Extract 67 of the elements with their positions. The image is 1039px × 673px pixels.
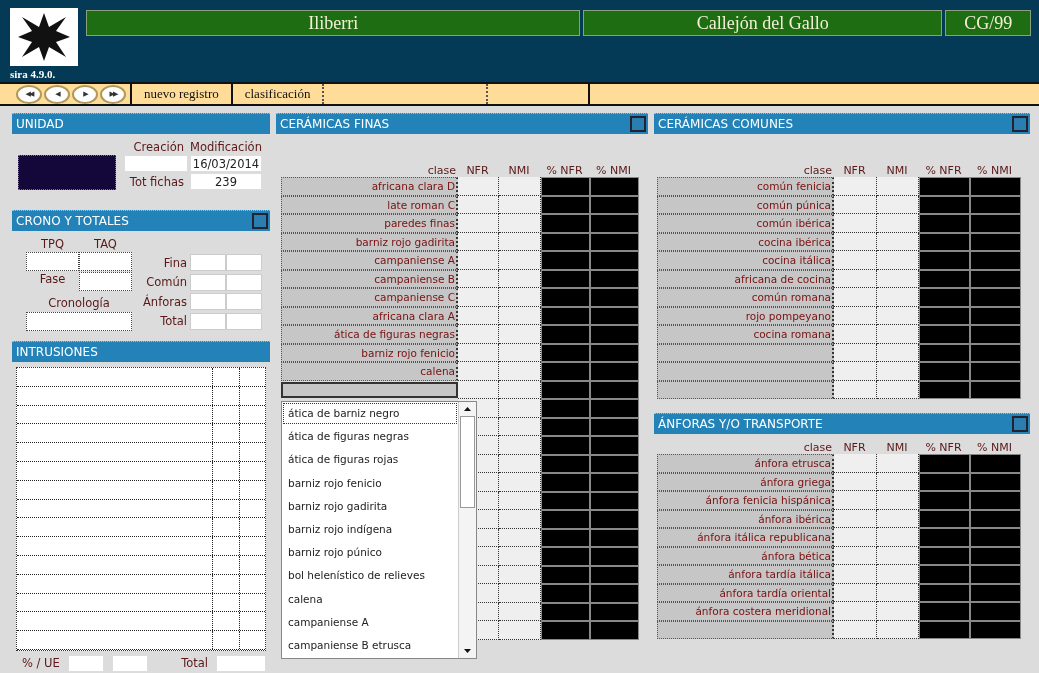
dropdown-option[interactable]: barniz rojo gadirita [282, 494, 458, 518]
class-label: cocina itálica [657, 251, 834, 270]
section-header: UNIDAD [12, 113, 270, 134]
column-header: % NMI [976, 441, 1013, 454]
dropdown-option[interactable]: bol helenístico de relieves [282, 564, 458, 588]
class-label: paredes finas [281, 214, 458, 233]
class-label: común romana [657, 288, 834, 307]
column-header: % NMI [976, 164, 1013, 177]
class-label: ánfora tardía itálica [657, 565, 834, 584]
column-header: NMI [885, 164, 909, 177]
section-header: CERÁMICAS COMUNES [654, 113, 1030, 134]
section-header: ÁNFORAS Y/O TRANSPORTE [654, 413, 1030, 434]
field-label: Tot fichas [128, 174, 184, 189]
field-label: Creación [132, 140, 184, 154]
dropdown-option[interactable]: campaniense A [282, 610, 458, 634]
dropdown-option[interactable]: barniz rojo fenicio [282, 471, 458, 495]
column-header: % NFR [545, 164, 584, 177]
column-header: NFR [465, 164, 490, 177]
field-label: Total [159, 314, 188, 329]
class-label: africana clara D [281, 177, 458, 196]
dropdown-option[interactable]: barniz rojo indígena [282, 517, 458, 542]
dropdown-option[interactable]: ática de figuras negras [282, 425, 458, 449]
class-label: ática de figuras negras [281, 325, 458, 344]
field-label: Cronología [48, 296, 110, 310]
modification-field[interactable]: 16/03/2014 [190, 155, 262, 172]
class-label: común fenicia [657, 177, 834, 196]
class-label: ánfora costera meridional [657, 602, 834, 621]
column-header: clase [802, 164, 833, 177]
section-header: CRONO Y TOTALES [12, 210, 270, 231]
field-label: Común [145, 275, 188, 290]
field-label: Fina [162, 255, 188, 270]
dropdown-option[interactable]: ática de barniz negro [282, 402, 458, 426]
dropdown-option[interactable]: campaniense B etrusca [282, 633, 458, 658]
dropdown-option[interactable]: calena [282, 587, 458, 611]
field-label: TAQ [94, 237, 117, 251]
column-header: clase [802, 441, 833, 454]
section-header: INTRUSIONES [12, 341, 270, 362]
field-label: % / UE [22, 656, 60, 671]
section-header: CERÁMICAS FINAS [276, 113, 648, 134]
class-label: ánfora etrusca [657, 454, 834, 473]
total-records-field[interactable]: 239 [190, 173, 262, 190]
column-header: NMI [885, 441, 909, 454]
field-label: Modificación [190, 140, 262, 154]
column-header: NFR [842, 164, 867, 177]
column-header: % NFR [924, 164, 963, 177]
column-header: % NMI [595, 164, 632, 177]
title-cell: CG/99 [945, 10, 1031, 36]
column-header: NFR [842, 441, 867, 454]
field-label: Fase [39, 272, 66, 288]
class-label: ánfora fenicia hispánica [657, 491, 834, 510]
field-label: Total [181, 656, 208, 671]
title-cell: Iliberri [86, 10, 581, 36]
dropdown-option[interactable]: barniz rojo púnico [282, 541, 458, 565]
class-label: cocina romana [657, 325, 834, 344]
field-label: Ánforas [142, 294, 188, 309]
title-cell: Callejón del Gallo [583, 10, 943, 36]
class-label: calena [281, 362, 458, 381]
dropdown-option[interactable]: ática de figuras rojas [282, 448, 458, 472]
column-header: NMI [507, 164, 531, 177]
version-label: sira 4.9.0. [9, 67, 57, 80]
class-label: ánfora itálica republicana [657, 528, 834, 547]
field-label: TPQ [41, 237, 64, 251]
column-header: clase [426, 164, 457, 177]
class-label: común ibérica [657, 214, 834, 233]
column-header: % NFR [924, 441, 963, 454]
class-label: campaniense C [281, 288, 458, 307]
class-label: campaniense A [281, 251, 458, 270]
